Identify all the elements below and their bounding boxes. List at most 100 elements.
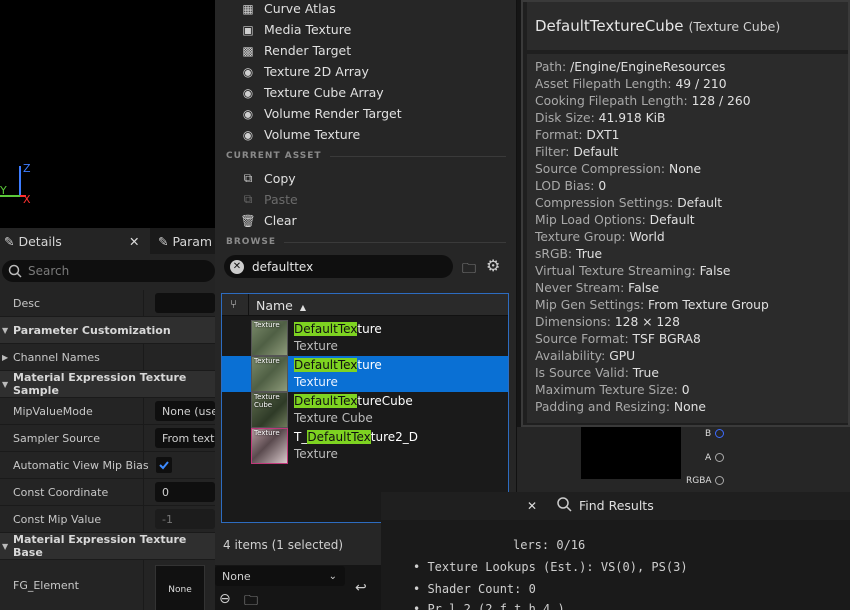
- asset-row[interactable]: Texture Cube DefaultTextureCube Texture …: [222, 392, 508, 428]
- asset-type: Texture Cube: [294, 411, 373, 425]
- texture-thumbnail[interactable]: None: [155, 565, 205, 610]
- menu-item-label: Clear: [264, 213, 297, 228]
- asset-type: Texture: [294, 447, 338, 461]
- settings-gear-icon[interactable]: ⚙: [486, 256, 500, 275]
- close-icon[interactable]: ✕: [527, 499, 537, 513]
- folder-icon[interactable]: 🗀: [462, 258, 476, 282]
- tab-find-results[interactable]: Find Results: [579, 498, 654, 513]
- category-parameter-customization[interactable]: ▼ Parameter Customization: [0, 317, 215, 344]
- const-coordinate-input[interactable]: 0: [155, 482, 215, 502]
- category-label: Material Expression Texture Sample: [13, 371, 187, 397]
- reset-arrow-icon[interactable]: ↩: [355, 580, 367, 596]
- menu-item-create-5[interactable]: ◉ Volume Render Target: [215, 103, 517, 124]
- sampler-source-combo[interactable]: From textu: [155, 428, 215, 448]
- menu-item-label: Volume Texture: [264, 127, 361, 142]
- tooltip-prop-lod-bias: LOD Bias: 0: [535, 179, 607, 193]
- arrow-left-icon[interactable]: ⊖: [219, 591, 231, 607]
- tooltip-prop-srgb: sRGB: True: [535, 247, 603, 261]
- asset-name: DefaultTextureCube: [294, 394, 413, 408]
- tooltip-prop-source-valid: Is Source Valid: True: [535, 366, 659, 380]
- media-texture-icon: ▣: [242, 22, 254, 37]
- pin-rgba-icon[interactable]: [715, 476, 724, 485]
- category-texture-sample[interactable]: ▼ Material Expression Texture Sample: [0, 371, 215, 398]
- menu-item-label: Paste: [264, 192, 298, 207]
- menu-item-create-6[interactable]: ◉ Volume Texture: [215, 124, 517, 145]
- volume-texture-icon: ◉: [242, 127, 254, 142]
- category-texture-base[interactable]: ▼ Material Expression Texture Base: [0, 533, 215, 560]
- tooltip-prop-asset-filepath: Asset Filepath Length: 49 / 210: [535, 77, 727, 91]
- find-results-panel: ✕ Find Results lers: 0/16 • Texture Look…: [381, 492, 850, 610]
- close-icon[interactable]: ✕: [129, 234, 139, 249]
- viewport[interactable]: Z Y X: [0, 0, 215, 228]
- mip-value-mode-combo[interactable]: None (use: [155, 401, 215, 421]
- tooltip-prop-path: Path: /Engine/EngineResources: [535, 60, 726, 74]
- tooltip-prop-disk-size: Disk Size: 41.918 KiB: [535, 111, 666, 125]
- thumbnail-label: Texture: [254, 321, 280, 329]
- property-label: Desc: [13, 296, 41, 310]
- menu-item-create-3[interactable]: ◉ Texture 2D Array: [215, 61, 517, 82]
- tooltip-prop-filter: Filter: Default: [535, 145, 619, 159]
- menu-item-create-0[interactable]: ▦ Curve Atlas: [215, 0, 517, 19]
- menu-item-create-2[interactable]: ▩ Render Target: [215, 40, 517, 61]
- property-row-fg-element: FG_Element None: [0, 560, 215, 610]
- section-browse: BROWSE: [226, 237, 506, 247]
- clear-search-icon[interactable]: ✕: [230, 259, 244, 274]
- asset-row[interactable]: Texture T_DefaultTexture2_D Texture: [222, 428, 508, 464]
- tooltip-prop-cooking-filepath: Cooking Filepath Length: 128 / 260: [535, 94, 751, 108]
- checkmark-icon: [159, 461, 169, 470]
- stats-line: • Pr l 2 (2 f t h 4 ): [413, 602, 565, 610]
- asset-search-input[interactable]: ✕ defaulttex: [224, 255, 453, 278]
- copy-icon: ⧉: [243, 171, 253, 185]
- tooltip-prop-dimensions: Dimensions: 128 × 128: [535, 315, 680, 329]
- tooltip-prop-source-compression: Source Compression: None: [535, 162, 702, 176]
- paste-menu-item[interactable]: ⧉ Paste: [215, 189, 517, 210]
- curve-atlas-icon: ▦: [242, 1, 254, 16]
- tab-parameters-label: Param: [172, 233, 213, 249]
- menu-item-label: Texture Cube Array: [264, 85, 384, 100]
- property-label: Channel Names: [13, 350, 100, 364]
- asset-row-selected[interactable]: Texture DefaultTexture Texture: [222, 356, 508, 392]
- texture-array-icon: ◉: [242, 64, 254, 79]
- details-search-input[interactable]: Search: [2, 260, 215, 282]
- menu-item-create-1[interactable]: ▣ Media Texture: [215, 19, 517, 40]
- tooltip-prop-mip-gen: Mip Gen Settings: From Texture Group: [535, 298, 769, 312]
- texture-cube-array-icon: ◉: [242, 85, 254, 100]
- tooltip-prop-format: Format: DXT1: [535, 128, 620, 142]
- sort-ascending-icon: ▲: [299, 303, 307, 312]
- volume-render-target-icon: ◉: [242, 106, 254, 121]
- tooltip-prop-texture-group: Texture Group: World: [535, 230, 665, 244]
- column-name-header[interactable]: Name ▲: [256, 298, 306, 313]
- thumbnail-label: Texture Cube: [254, 393, 280, 409]
- asset-name: DefaultTexture: [294, 358, 382, 372]
- asset-name: DefaultTexture: [294, 322, 382, 336]
- tab-parameters[interactable]: ✎ Param: [152, 228, 215, 254]
- const-mip-value-input[interactable]: -1: [155, 509, 215, 529]
- thumbnail-none-label: None: [168, 585, 192, 595]
- asset-type: Texture: [294, 375, 338, 389]
- texture-cube-thumbnail: Texture Cube: [251, 392, 288, 428]
- node-preview: [581, 427, 681, 479]
- menu-item-create-4[interactable]: ◉ Texture Cube Array: [215, 82, 517, 103]
- clear-menu-item[interactable]: 🗑 Clear: [215, 210, 517, 231]
- property-row-auto-view-mip-bias: Automatic View Mip Bias: [0, 452, 215, 479]
- desc-input[interactable]: [155, 293, 215, 313]
- stats-line: • Texture Lookups (Est.): VS(0), PS(3): [413, 560, 688, 574]
- browse-asset-icon[interactable]: 🗀: [244, 590, 258, 610]
- pin-b-icon[interactable]: [715, 429, 724, 438]
- texture-thumbnail: Texture: [251, 356, 288, 392]
- menu-item-label: Render Target: [264, 43, 352, 58]
- parameters-icon: ✎: [158, 233, 169, 249]
- none-combo[interactable]: None ⌄: [215, 566, 345, 586]
- axis-gizmo-icon: Z Y X: [0, 162, 31, 206]
- tooltip-prop-padding: Padding and Resizing: None: [535, 400, 706, 414]
- asset-row[interactable]: Texture DefaultTexture Texture: [222, 320, 508, 356]
- property-row-sampler-source: Sampler Source From textu: [0, 425, 215, 452]
- tooltip-header: DefaultTextureCube (Texture Cube): [527, 2, 848, 50]
- tab-details[interactable]: ✎ Details ✕: [0, 228, 150, 254]
- property-row-channel-names[interactable]: ▶ Channel Names: [0, 344, 215, 371]
- pin-a-label: A: [705, 453, 712, 463]
- auto-view-mip-bias-checkbox[interactable]: [156, 457, 172, 473]
- branch-icon[interactable]: ⑂: [230, 297, 237, 311]
- pin-a-icon[interactable]: [715, 453, 724, 462]
- copy-menu-item[interactable]: ⧉ Copy: [215, 168, 517, 189]
